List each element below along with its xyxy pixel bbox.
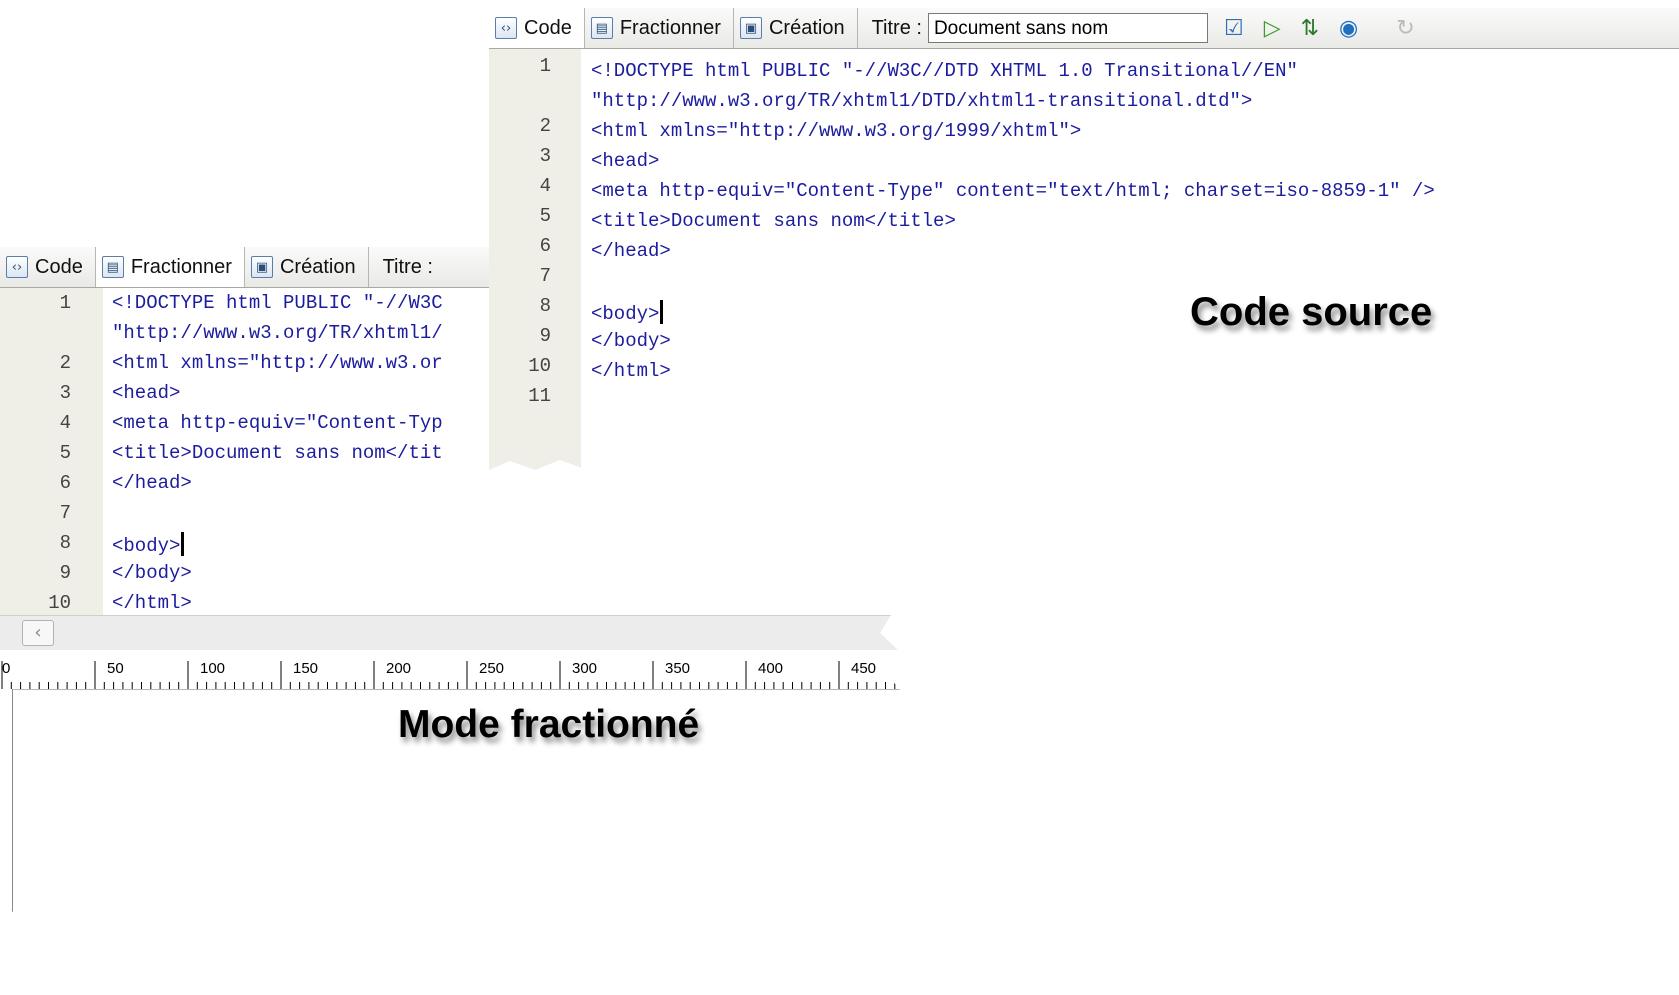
ruler-label: 350	[665, 660, 691, 677]
split-view-button[interactable]: ▤ Fractionner	[96, 247, 245, 287]
split-view-icon: ▤	[591, 17, 613, 39]
ruler-label: 400	[758, 660, 784, 677]
code-line: </head>	[112, 472, 192, 494]
design-view-icon: ▣	[251, 256, 273, 278]
toolbar-tools: ☑ ▷ ⇅ ◉ ↻	[1224, 8, 1415, 48]
code-line-text: <body>	[112, 535, 181, 557]
line-number: 6	[539, 235, 551, 257]
text-caret	[660, 300, 663, 324]
line-number: 10	[528, 355, 551, 377]
design-ruler: 0 50 100 150 200 250 300 350 400 450	[0, 659, 905, 690]
line-number: 5	[539, 205, 551, 227]
code-line: <meta http-equiv="Content-Type" content=…	[591, 180, 1435, 202]
split-view-button[interactable]: ▤ Fractionner	[585, 8, 734, 48]
line-number: 3	[59, 382, 71, 404]
code-line: <html xmlns="http://www.w3.or	[112, 352, 443, 374]
ruler-label: 250	[479, 660, 505, 677]
line-number: 6	[59, 472, 71, 494]
title-label: Titre :	[382, 255, 433, 278]
design-view-icon: ▣	[740, 17, 762, 39]
split-view-label: Fractionner	[619, 16, 721, 39]
line-number-gutter: 1 2 3 4 5 6 7 8 9 10 11	[489, 49, 581, 478]
validate-markup-icon[interactable]: ☑	[1224, 16, 1244, 41]
code-view-icon: ‹›	[495, 17, 517, 39]
code-line: <meta http-equiv="Content-Typ	[112, 412, 443, 434]
line-number: 7	[59, 502, 71, 524]
code-source-caption: Code source	[1190, 290, 1433, 334]
horizontal-scrollbar[interactable]: ‹	[0, 615, 905, 650]
split-view-label: Fractionner	[130, 255, 232, 278]
code-view-window: ‹› Code ▤ Fractionner ▣ Création Titre :…	[489, 8, 1679, 478]
document-toolbar: ‹› Code ▤ Fractionner ▣ Création Titre :…	[489, 8, 1679, 49]
line-number: 3	[539, 145, 551, 167]
ruler-label: 200	[386, 660, 412, 677]
line-number: 4	[539, 175, 551, 197]
ruler-label: 100	[200, 660, 226, 677]
code-line: </body>	[112, 562, 192, 584]
code-view-button[interactable]: ‹› Code	[0, 247, 96, 287]
line-number: 7	[539, 265, 551, 287]
title-label: Titre :	[871, 16, 922, 39]
line-number: 8	[59, 532, 71, 554]
document-title-input[interactable]: Document sans nom	[928, 13, 1208, 43]
preview-debug-icon[interactable]: ▷	[1264, 16, 1281, 41]
design-view-edge	[0, 689, 13, 917]
code-line: </head>	[591, 240, 671, 262]
code-line: <title>Document sans nom</title>	[591, 210, 956, 232]
line-number: 2	[539, 115, 551, 137]
code-line-text: <body>	[591, 303, 660, 325]
file-management-icon[interactable]: ⇅	[1301, 16, 1319, 41]
line-number: 9	[539, 325, 551, 347]
line-number: 8	[539, 295, 551, 317]
refresh-icon[interactable]: ↻	[1396, 16, 1414, 41]
ruler-label: 450	[851, 660, 877, 677]
code-line: <head>	[112, 382, 181, 404]
ruler-label: 50	[107, 660, 124, 677]
code-line: </html>	[112, 592, 192, 614]
line-number: 2	[59, 352, 71, 374]
design-view-button[interactable]: ▣ Création	[734, 8, 858, 48]
code-line: <!DOCTYPE html PUBLIC "-//W3C	[112, 292, 443, 314]
line-number: 10	[48, 592, 71, 614]
code-line: <head>	[591, 150, 660, 172]
line-number: 11	[528, 385, 551, 407]
ruler-label: 0	[2, 660, 11, 677]
code-view-label: Code	[524, 16, 572, 39]
design-view-button[interactable]: ▣ Création	[245, 247, 369, 287]
code-line: <title>Document sans nom</tit	[112, 442, 443, 464]
line-number: 9	[59, 562, 71, 584]
code-line: </html>	[591, 360, 671, 382]
code-line: <html xmlns="http://www.w3.org/1999/xhtm…	[591, 120, 1082, 142]
code-line: </body>	[591, 330, 671, 352]
code-line: <!DOCTYPE html PUBLIC "-//W3C//DTD XHTML…	[591, 60, 1298, 82]
code-line: <body>	[112, 532, 184, 557]
design-view-label: Création	[768, 16, 845, 39]
line-number: 1	[59, 292, 71, 314]
code-view-icon: ‹›	[6, 256, 28, 278]
code-line: <body>	[591, 300, 663, 325]
line-number: 1	[539, 55, 551, 77]
split-mode-caption: Mode fractionné	[398, 703, 700, 746]
code-line: "http://www.w3.org/TR/xhtml1/DTD/xhtml1-…	[591, 90, 1253, 112]
scroll-left-icon[interactable]: ‹	[22, 620, 54, 646]
text-caret	[181, 532, 184, 556]
browser-preview-icon[interactable]: ◉	[1339, 16, 1358, 41]
design-view-label: Création	[279, 255, 356, 278]
ruler-label: 150	[293, 660, 319, 677]
split-view-icon: ▤	[102, 256, 124, 278]
code-view-button[interactable]: ‹› Code	[489, 8, 585, 48]
line-number-gutter: 1 2 3 4 5 6 7 8 9 10 11	[0, 288, 103, 628]
code-view-label: Code	[35, 255, 83, 278]
line-number: 4	[59, 412, 71, 434]
line-number: 5	[59, 442, 71, 464]
ruler-label: 300	[572, 660, 598, 677]
code-line: "http://www.w3.org/TR/xhtml1/	[112, 322, 443, 344]
